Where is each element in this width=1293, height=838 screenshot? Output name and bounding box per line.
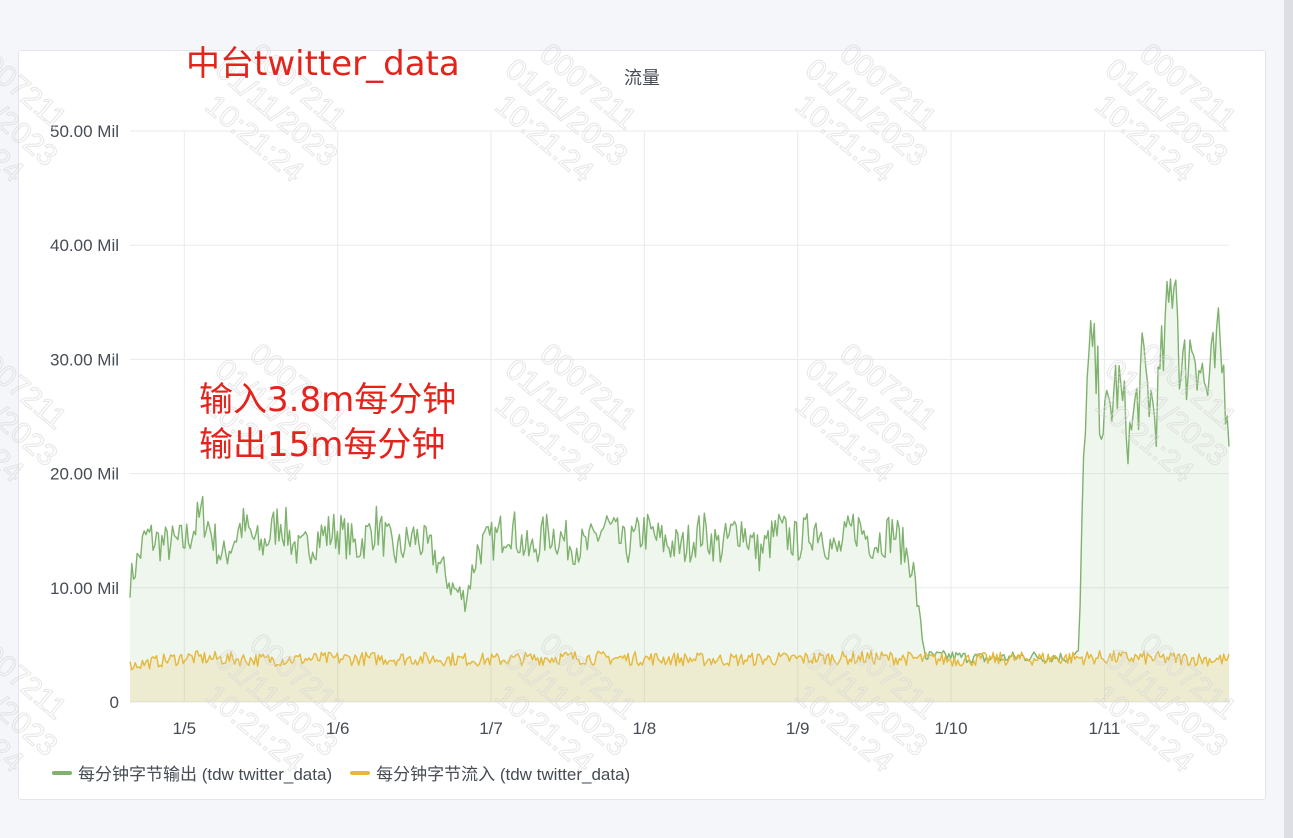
legend-swatch-output — [52, 770, 72, 775]
watermark-tile: 000721101/11/202310:21:24 — [788, 37, 943, 190]
traffic-chart: 流量 0 10.00 Mil 20.00 Mil 30.00 Mil 40.00 Mil… — [0, 37, 1243, 780]
chart-legend: 每分钟字节输出 (tdw twitter_data) 每分钟字节流入 (tdw … — [52, 760, 648, 785]
legend-item-input[interactable]: 每分钟字节流入 (tdw twitter_data) — [350, 760, 630, 785]
watermark-tile: 000721101/11/202310:21:24 — [488, 337, 643, 490]
series-areas — [130, 279, 1229, 702]
legend-swatch-input — [350, 770, 371, 775]
output-area — [130, 279, 1229, 702]
watermark-tile: 000721101/11/202310:21:24 — [0, 37, 73, 190]
x-tick-label: 1/9 — [786, 719, 810, 738]
x-tick-label: 1/8 — [633, 719, 657, 738]
watermark-tile: 000721101/11/202310:21:24 — [788, 337, 943, 490]
y-tick-label: 0 — [110, 693, 119, 712]
annotation-output-rate: 输出15m每分钟 — [199, 425, 446, 465]
y-tick-label: 10.00 Mil — [50, 579, 119, 598]
x-tick-label: 1/7 — [479, 719, 503, 738]
legend-label-input: 每分钟字节流入 (tdw twitter_data) — [376, 765, 631, 784]
annotation-heading: 中台twitter_data — [186, 44, 460, 84]
watermark-tile: 000721101/11/202310:21:24 — [1088, 37, 1243, 190]
chart-title: 流量 — [624, 68, 660, 89]
x-tick-label: 1/10 — [935, 719, 968, 738]
y-tick-label: 30.00 Mil — [50, 350, 119, 369]
annotation-input-rate: 输入3.8m每分钟 — [199, 380, 457, 420]
watermark-tile: 000721101/11/202310:21:24 — [488, 37, 643, 190]
legend-item-output[interactable]: 每分钟字节输出 (tdw twitter_data) — [52, 760, 332, 785]
y-tick-label: 20.00 Mil — [50, 465, 119, 484]
legend-label-output: 每分钟字节输出 (tdw twitter_data) — [78, 765, 333, 784]
y-tick-label: 40.00 Mil — [50, 236, 119, 255]
x-tick-label: 1/5 — [172, 719, 196, 738]
